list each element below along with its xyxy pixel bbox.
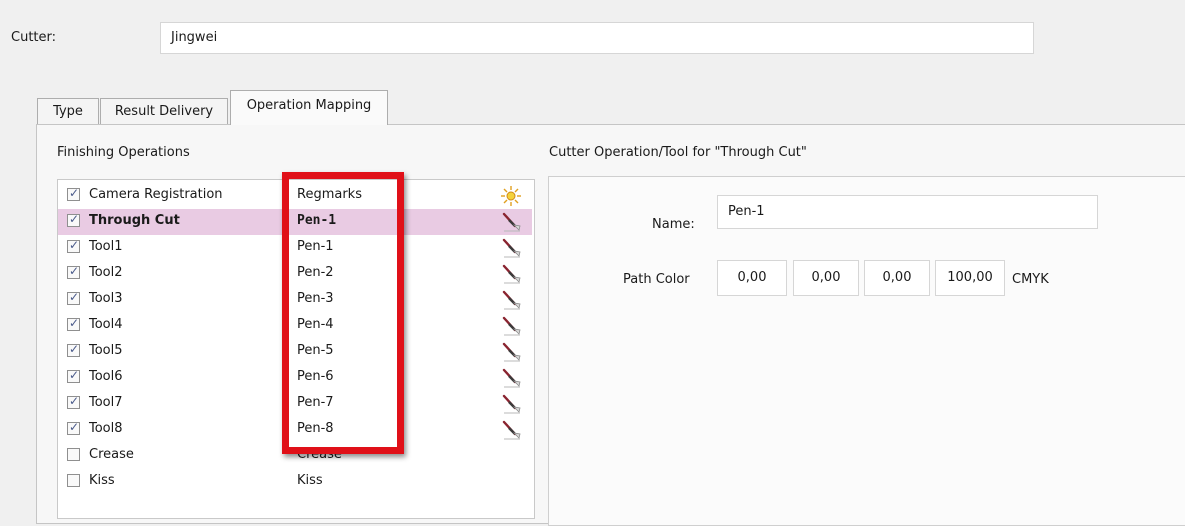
checkmark-icon: ✓ [69,264,80,278]
camera-sun-icon [500,185,522,207]
tab-operation-mapping[interactable]: Operation Mapping [230,90,388,125]
row-operation-name: Tool4 [89,317,123,332]
cmyk-cyan-field[interactable]: 0,00 [717,260,787,296]
cmyk-label: CMYK [1012,272,1049,287]
checkmark-icon: ✓ [69,316,80,330]
detail-heading: Cutter Operation/Tool for "Through Cut" [549,145,807,160]
cutter-field[interactable]: Jingwei [160,22,1034,54]
pen-tool-icon [500,315,522,337]
finishing-operations-heading: Finishing Operations [57,145,190,160]
cutter-label: Cutter: [11,30,57,45]
cmyk-black-field[interactable]: 100,00 [935,260,1005,296]
path-color-label: Path Color [623,272,690,287]
row-checkbox[interactable]: ✓ [67,290,80,305]
pen-tool-icon [500,341,522,363]
pen-tool-icon [500,237,522,259]
checkmark-icon: ✓ [69,394,80,408]
checkmark-icon: ✓ [69,212,80,226]
row-checkbox[interactable]: ✓ [67,212,80,227]
row-checkbox[interactable]: ✓ [67,186,80,201]
row-checkbox[interactable] [67,448,80,461]
pen-tool-icon [500,393,522,415]
row-operation-name: Tool3 [89,291,123,306]
row-operation-name: Tool1 [89,239,123,254]
row-operation-name: Camera Registration [89,187,223,202]
row-operation-name: Tool5 [89,343,123,358]
tab-type[interactable]: Type [37,98,99,124]
pen-tool-icon [500,211,522,233]
row-checkbox[interactable]: ✓ [67,394,80,409]
checkmark-icon: ✓ [69,290,80,304]
row-operation-name: Crease [89,447,134,462]
row-checkbox[interactable] [67,474,80,487]
checkmark-icon: ✓ [69,238,80,252]
checkmark-icon: ✓ [69,342,80,356]
checkmark-icon: ✓ [69,420,80,434]
pen-tool-icon [500,289,522,311]
row-checkbox[interactable]: ✓ [67,420,80,435]
pen-tool-icon [500,419,522,441]
tool-column-highlight [282,172,404,454]
name-label: Name: [652,217,695,232]
row-checkbox[interactable]: ✓ [67,342,80,357]
row-operation-name: Tool7 [89,395,123,410]
list-item[interactable]: Kiss Kiss [58,469,532,495]
row-operation-name: Through Cut [89,213,180,228]
row-operation-name: Tool8 [89,421,123,436]
row-checkbox[interactable]: ✓ [67,368,80,383]
row-operation-name: Kiss [89,473,115,488]
checkmark-icon: ✓ [69,368,80,382]
name-field[interactable]: Pen-1 [717,195,1098,229]
pen-tool-icon [500,367,522,389]
pen-tool-icon [500,263,522,285]
cmyk-yellow-field[interactable]: 0,00 [864,260,930,296]
row-checkbox[interactable]: ✓ [67,238,80,253]
row-operation-name: Tool6 [89,369,123,384]
row-tool-name: Kiss [297,473,323,488]
row-operation-name: Tool2 [89,265,123,280]
cmyk-magenta-field[interactable]: 0,00 [793,260,859,296]
row-checkbox[interactable]: ✓ [67,316,80,331]
tab-result-delivery[interactable]: Result Delivery [100,98,228,124]
row-checkbox[interactable]: ✓ [67,264,80,279]
checkmark-icon: ✓ [69,186,80,200]
